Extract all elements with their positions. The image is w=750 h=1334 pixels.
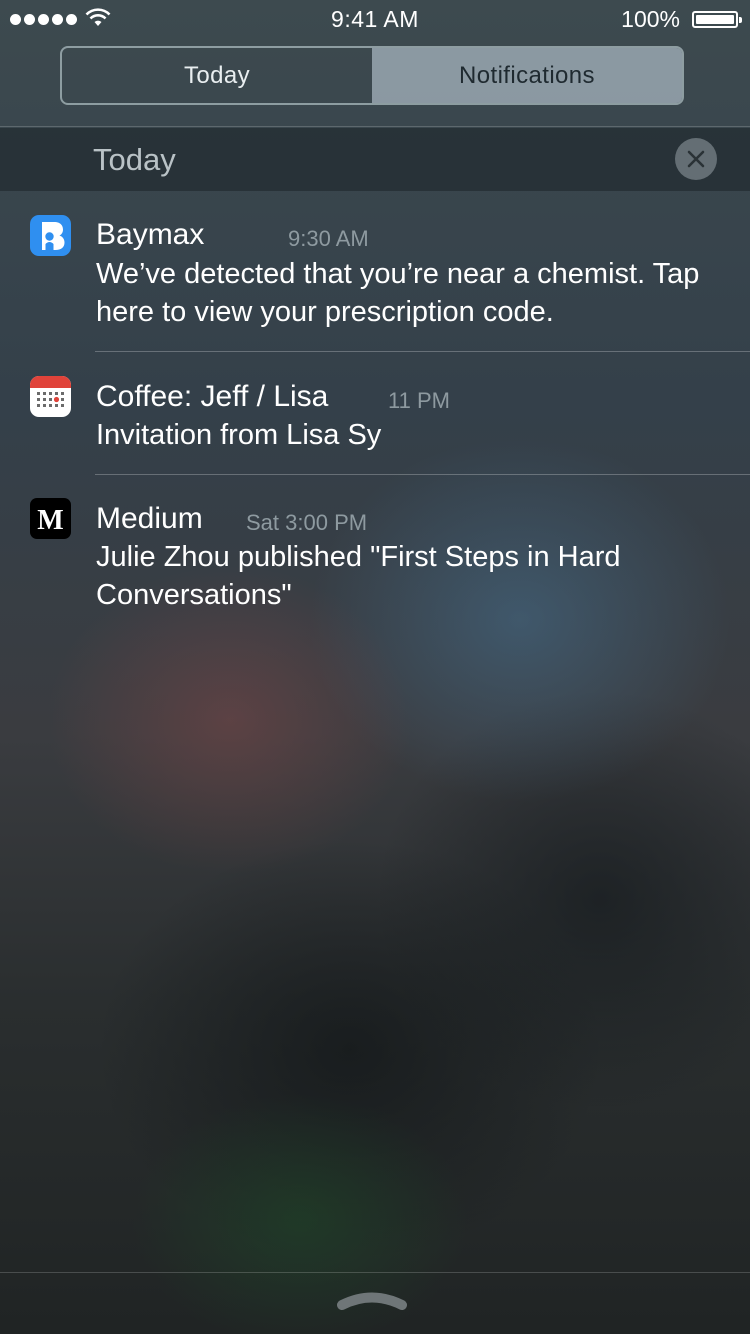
notification-medium[interactable]: M Medium Sat 3:00 PM Julie Zhou publishe… — [0, 483, 750, 623]
close-icon — [687, 150, 705, 168]
tab-notifications[interactable]: Notifications — [372, 48, 682, 103]
battery-percentage: 100% — [621, 6, 680, 32]
notification-title: Baymax — [96, 218, 205, 251]
divider — [0, 126, 750, 127]
section-header: Today — [0, 128, 750, 191]
calendar-app-icon — [30, 376, 71, 417]
notification-title: Coffee: Jeff / Lisa — [96, 380, 329, 413]
notification-baymax[interactable]: Baymax 9:30 AM We’ve detected that you’r… — [0, 200, 750, 352]
medium-app-icon: M — [30, 498, 71, 539]
clear-section-button[interactable] — [675, 138, 717, 180]
battery-icon — [692, 11, 742, 28]
svg-text:M: M — [37, 505, 63, 536]
section-title: Today — [93, 142, 176, 177]
notification-body: Invitation from Lisa Sy — [96, 419, 382, 451]
chevron-up-grabber-icon[interactable] — [336, 1288, 408, 1312]
notification-time: 9:30 AM — [288, 226, 369, 251]
baymax-app-icon — [30, 215, 71, 256]
tab-today[interactable]: Today — [62, 48, 372, 103]
notification-separator — [95, 351, 750, 352]
notification-title: Medium — [96, 502, 203, 535]
notification-time: 11 PM — [388, 388, 450, 413]
notification-separator — [95, 474, 750, 475]
bottom-divider — [0, 1272, 750, 1273]
notification-calendar[interactable]: Coffee: Jeff / Lisa 11 PM Invitation fro… — [0, 360, 750, 474]
status-bar: 9:41 AM 100% — [0, 0, 750, 40]
notification-time: Sat 3:00 PM — [246, 510, 368, 535]
view-segmented-control: Today Notifications — [60, 46, 684, 105]
notification-body: We’ve detected that you’re near a chemis… — [96, 258, 700, 328]
notification-body: Julie Zhou published "First Steps in Har… — [96, 541, 621, 611]
